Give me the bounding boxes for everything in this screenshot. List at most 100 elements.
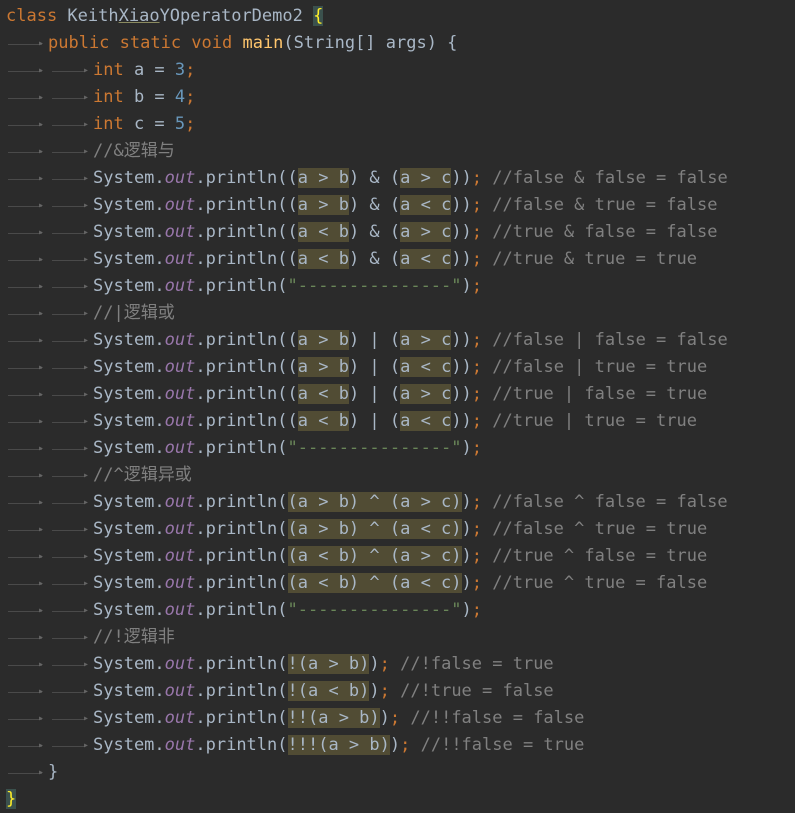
code-text: System.out.println((a > b) ^ (a < c)); /… bbox=[93, 516, 707, 543]
code-text: System.out.println((a < b) & (a < c)); /… bbox=[93, 246, 697, 273]
field-out: out bbox=[164, 222, 196, 242]
inline-comment: //true | true = true bbox=[492, 411, 697, 431]
tab-arrow-icon: ▸ bbox=[38, 227, 45, 238]
method-call: .println bbox=[195, 708, 278, 728]
indent-guide bbox=[52, 719, 85, 720]
operator: ) | ( bbox=[348, 384, 401, 404]
indent-guide bbox=[8, 638, 42, 639]
code-line[interactable]: ▸ ▸ System.out.println((a < b) ^ (a < c));… bbox=[0, 570, 795, 597]
operator: ) & ( bbox=[348, 249, 401, 269]
code-line[interactable]: ▸ ▸//!逻辑非 bbox=[0, 624, 795, 651]
indent-guide bbox=[8, 746, 42, 747]
section-comment: //|逻辑或 bbox=[93, 303, 175, 323]
field-out: out bbox=[164, 735, 196, 755]
code-line[interactable]: ▸ ▸ System.out.println("---------------"); bbox=[0, 273, 795, 300]
highlighted-expr: !(a > b) bbox=[287, 654, 370, 674]
code-line[interactable]: ▸ ▸ int a = 3; bbox=[0, 57, 795, 84]
highlighted-expr: a > c bbox=[400, 222, 452, 242]
code-line[interactable]: ▸ ▸ System.out.println((a < b) | (a < c));… bbox=[0, 408, 795, 435]
field-out: out bbox=[164, 681, 196, 701]
method-call: .println bbox=[195, 330, 278, 350]
indent-guide bbox=[52, 368, 85, 369]
code-line[interactable]: ▸ ▸//&逻辑与 bbox=[0, 138, 795, 165]
code-line[interactable]: ▸ ▸//|逻辑或 bbox=[0, 300, 795, 327]
code-line[interactable]: ▸ ▸ System.out.println(!!!(a > b)); //!!fa… bbox=[0, 732, 795, 759]
code-line[interactable]: ▸ ▸ System.out.println((a < b) ^ (a > c));… bbox=[0, 543, 795, 570]
code-line[interactable]: ▸ ▸ System.out.println((a > b) & (a > c));… bbox=[0, 165, 795, 192]
semicolon: ; bbox=[471, 195, 493, 215]
inline-comment: //!false = true bbox=[400, 654, 554, 674]
code-editor[interactable]: class KeithXiaoYOperatorDemo2 {▸ public s… bbox=[0, 0, 795, 813]
tab-arrow-icon: ▸ bbox=[83, 632, 90, 643]
brace-match: { bbox=[313, 6, 324, 26]
highlighted-expr: !!(a > b) bbox=[287, 708, 380, 728]
assignment: a = bbox=[123, 60, 175, 80]
inline-comment: //false ^ true = true bbox=[492, 519, 708, 539]
paren: (( bbox=[277, 411, 298, 431]
code-line[interactable]: ▸ ▸//^逻辑异或 bbox=[0, 462, 795, 489]
method-name: main bbox=[242, 33, 284, 53]
method-call: .println bbox=[195, 384, 278, 404]
method-call: .println bbox=[195, 735, 278, 755]
keyword: int bbox=[93, 87, 124, 107]
tab-arrow-icon: ▸ bbox=[83, 362, 90, 373]
indent-guide bbox=[8, 98, 42, 99]
code-line[interactable]: ▸ ▸ System.out.println((a > b) ^ (a < c));… bbox=[0, 516, 795, 543]
code-line[interactable]: ▸ ▸ System.out.println((a > b) | (a > c));… bbox=[0, 327, 795, 354]
tab-arrow-icon: ▸ bbox=[83, 497, 90, 508]
tab-arrow-icon: ▸ bbox=[83, 227, 90, 238]
method-call: .println bbox=[195, 519, 278, 539]
semicolon: ; bbox=[379, 654, 401, 674]
string-literal: "---------------" bbox=[287, 600, 462, 620]
indent-guide bbox=[52, 395, 85, 396]
code-line[interactable]: ▸ ▸ System.out.println(!!(a > b)); //!!fal… bbox=[0, 705, 795, 732]
class-ref: System. bbox=[93, 492, 165, 512]
method-call: .println bbox=[195, 249, 278, 269]
tab-arrow-icon: ▸ bbox=[38, 605, 45, 616]
highlighted-expr: a < c bbox=[400, 357, 452, 377]
highlighted-expr: a > c bbox=[400, 168, 452, 188]
indent-guide bbox=[8, 341, 42, 342]
paren: (( bbox=[277, 222, 298, 242]
code-line[interactable]: class KeithXiaoYOperatorDemo2 { bbox=[0, 3, 795, 30]
semicolon: ; bbox=[471, 492, 493, 512]
code-text: int b = 4; bbox=[93, 84, 195, 111]
class-name-typo: Xiao bbox=[118, 6, 160, 26]
code-line[interactable]: ▸ ▸ System.out.println((a > b) | (a < c));… bbox=[0, 354, 795, 381]
tab-arrow-icon: ▸ bbox=[38, 389, 45, 400]
class-ref: System. bbox=[93, 654, 165, 674]
code-text: System.out.println(!(a > b)); //!false =… bbox=[93, 651, 554, 678]
code-line[interactable]: ▸ ▸ int c = 5; bbox=[0, 111, 795, 138]
assignment: c = bbox=[123, 114, 175, 134]
code-line[interactable]: ▸ ▸ System.out.println("---------------"); bbox=[0, 435, 795, 462]
tab-arrow-icon: ▸ bbox=[83, 713, 90, 724]
code-line[interactable]: ▸ ▸ System.out.println((a < b) & (a < c));… bbox=[0, 246, 795, 273]
code-line[interactable]: ▸ ▸ System.out.println((a < b) & (a > c));… bbox=[0, 219, 795, 246]
class-ref: System. bbox=[93, 195, 165, 215]
indent-guide bbox=[52, 449, 85, 450]
indent-guide bbox=[8, 44, 42, 45]
tab-arrow-icon: ▸ bbox=[38, 119, 45, 130]
class-ref: System. bbox=[93, 681, 165, 701]
method-call: .println bbox=[195, 654, 278, 674]
code-line[interactable]: ▸ public static void main(String[] args) … bbox=[0, 30, 795, 57]
code-line[interactable]: ▸ ▸ int b = 4; bbox=[0, 84, 795, 111]
code-line[interactable]: ▸} bbox=[0, 759, 795, 786]
code-line[interactable]: ▸ ▸ System.out.println((a > b) & (a < c));… bbox=[0, 192, 795, 219]
semicolon: ; bbox=[389, 708, 411, 728]
inline-comment: //false & false = false bbox=[492, 168, 728, 188]
code-line[interactable]: ▸ ▸ System.out.println((a > b) ^ (a > c));… bbox=[0, 489, 795, 516]
semicolon: ; bbox=[400, 735, 421, 755]
class-ref: System. bbox=[93, 249, 165, 269]
inline-comment: //false ^ false = false bbox=[492, 492, 728, 512]
indent-guide bbox=[52, 233, 85, 234]
section-comment: //&逻辑与 bbox=[93, 141, 175, 161]
code-text: System.out.println("---------------"); bbox=[93, 273, 482, 300]
code-line[interactable]: } bbox=[0, 786, 795, 813]
code-line[interactable]: ▸ ▸ System.out.println("---------------"); bbox=[0, 597, 795, 624]
indent-guide bbox=[52, 611, 85, 612]
code-line[interactable]: ▸ ▸ System.out.println(!(a > b)); //!false… bbox=[0, 651, 795, 678]
code-line[interactable]: ▸ ▸ System.out.println((a < b) | (a > c));… bbox=[0, 381, 795, 408]
code-line[interactable]: ▸ ▸ System.out.println(!(a < b)); //!true … bbox=[0, 678, 795, 705]
class-ref: System. bbox=[93, 330, 165, 350]
